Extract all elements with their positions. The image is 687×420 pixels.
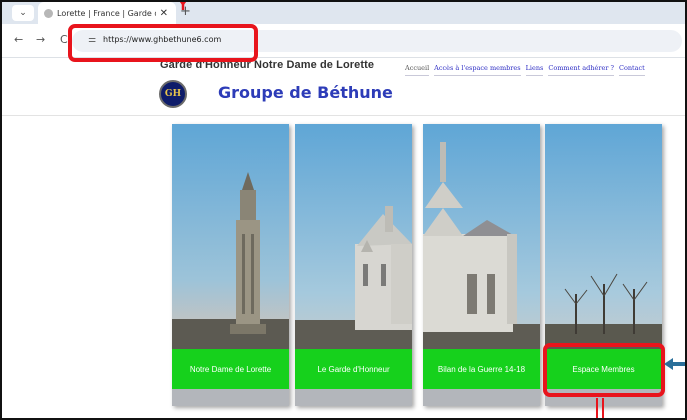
browser-tab[interactable]: Lorette | France | Garde d'honn ✕ [38,2,176,24]
left-arrow-icon [664,358,687,370]
ghb-logo: GH [159,80,187,108]
header-divider [0,115,687,116]
main-menu: Accueil Accès à l'espace membres Liens C… [405,64,645,76]
panel-label[interactable]: Notre Dame de Lorette [172,349,289,389]
panel-garde-honneur[interactable]: Le Garde d'Honneur [295,124,412,406]
down-arrow-icon [178,0,188,10]
tab-title: Lorette | France | Garde d'honn [57,8,156,18]
menu-item-contact[interactable]: Contact [618,64,645,76]
reload-icon[interactable]: C [60,33,68,46]
panel-label[interactable]: Bilan de la Guerre 14-18 [423,349,540,389]
logo-letters: GH [164,89,182,99]
tab-favicon-icon [44,8,53,18]
tab-strip: ⌄ Lorette | France | Garde d'honn ✕ + [0,0,687,24]
panel-label[interactable]: Le Garde d'Honneur [295,349,412,389]
up-arrow-icon [596,398,604,420]
espace-membres-highlight-box [543,343,665,397]
tab-close-icon[interactable]: ✕ [160,8,168,19]
panel-notre-dame[interactable]: Notre Dame de Lorette [172,124,289,406]
forward-arrow-icon[interactable]: → [36,33,45,46]
group-title: Groupe de Béthune [218,83,393,102]
menu-item-espace-membres[interactable]: Accès à l'espace membres [434,64,521,76]
menu-item-accueil[interactable]: Accueil [405,64,430,76]
panel-bilan-guerre[interactable]: Bilan de la Guerre 14-18 [423,124,540,406]
url-highlight-box [68,24,258,62]
menu-item-comment-adherer[interactable]: Comment adhérer ? [548,64,614,76]
tab-list-chevron-icon[interactable]: ⌄ [12,5,34,21]
menu-item-liens[interactable]: Liens [525,64,544,76]
back-arrow-icon[interactable]: ← [14,33,23,46]
